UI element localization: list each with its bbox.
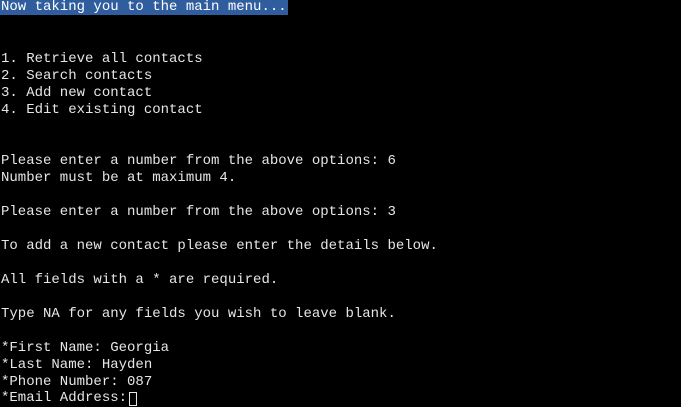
validation-error: Number must be at maximum 4. — [1, 170, 237, 186]
first-name-entry: *First Name: Georgia — [1, 340, 170, 356]
email-input-row[interactable]: *Email Address: — [1, 390, 138, 407]
add-contact-instructions: To add a new contact please enter the de… — [1, 238, 438, 254]
option-prompt-second: Please enter a number from the above opt… — [1, 204, 396, 220]
option-prompt-first: Please enter a number from the above opt… — [1, 153, 396, 169]
email-address-label: *Email Address: — [1, 390, 128, 406]
last-name-entry: *Last Name: Hayden — [1, 357, 153, 373]
status-banner: Now taking you to the main menu... — [0, 0, 288, 15]
required-fields-note: All fields with a * are required. — [1, 272, 279, 288]
terminal-window[interactable]: Now taking you to the main menu... 1. Re… — [0, 0, 681, 407]
menu-option-add: 3. Add new contact — [1, 85, 153, 101]
menu-option-retrieve: 1. Retrieve all contacts — [1, 51, 203, 67]
blank-fields-note: Type NA for any fields you wish to leave… — [1, 306, 396, 322]
menu-option-search: 2. Search contacts — [1, 68, 153, 84]
phone-number-entry: *Phone Number: 087 — [1, 374, 153, 390]
text-cursor[interactable] — [129, 391, 138, 406]
menu-option-edit: 4. Edit existing contact — [1, 102, 203, 118]
